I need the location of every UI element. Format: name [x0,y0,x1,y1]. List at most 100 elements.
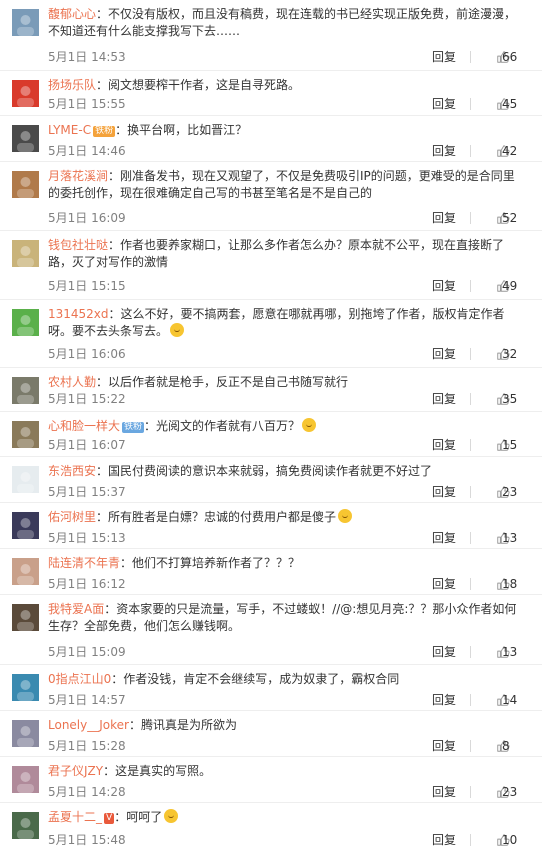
thumbs-up-icon [484,437,510,451]
comment-actions: 回复 45 [408,95,528,113]
reply-button[interactable]: 回复 [432,345,456,363]
comment-body: 馥郁心心：不仅没有版权，而且没有稿费，现在连载的书已经实现正版免费，前途漫漫，不… [48,6,524,40]
avatar[interactable] [12,674,39,701]
avatar[interactable] [12,766,39,793]
like-button[interactable]: 13 [472,643,528,661]
username-link[interactable]: 我特爱A面 [48,602,104,616]
reply-button[interactable]: 回复 [432,643,456,661]
like-button[interactable]: 15 [472,436,528,454]
username-link[interactable]: 君子仪JZY [48,764,103,778]
avatar[interactable] [12,171,39,198]
divider [470,740,471,752]
thumbs-up-icon [484,96,510,110]
username-link[interactable]: 心和脸一样大 [48,419,120,433]
reply-button[interactable]: 回复 [432,209,456,227]
avatar[interactable] [12,240,39,267]
like-button[interactable]: 49 [472,277,528,295]
reply-button[interactable]: 回复 [432,831,456,849]
comment-item: 陆连清不年青：他们不打算培养新作者了？？？ 5月1日 16:12 回复 18 [0,549,542,595]
like-count: 49 [502,279,518,293]
comment-body: LYME-C 铁粉 ：换平台啊，比如晋江？ [48,122,524,139]
comment-item: 农村人勤：以后作者就是枪手，反正不是自己书随写就行 5月1日 15:22 回复 … [0,368,542,412]
comment-body: Lonely__Joker：腾讯真是为所欲为 [48,717,524,734]
avatar[interactable] [12,377,39,404]
reply-button[interactable]: 回复 [432,436,456,454]
username-link[interactable]: Lonely__Joker [48,718,129,732]
comment-actions: 回复 15 [408,436,528,454]
username-link[interactable]: 馥郁心心 [48,7,96,21]
reply-button[interactable]: 回复 [432,483,456,501]
comment-body: 东浩西安：国民付费阅读的意识本来就弱，搞免费阅读作者就更不好过了 [48,463,524,480]
username-link[interactable]: 东浩西安 [48,464,96,478]
username-link[interactable]: 扬场乐队 [48,78,96,92]
emoji-icon [170,323,185,337]
reply-button[interactable]: 回复 [432,277,456,295]
username-link[interactable]: LYME-C [48,123,91,137]
reply-button[interactable]: 回复 [432,529,456,547]
like-button[interactable]: 8 [472,737,528,755]
like-count: 23 [502,785,518,799]
avatar[interactable] [12,9,39,36]
avatar[interactable] [12,80,39,107]
reply-button[interactable]: 回复 [432,737,456,755]
comment-actions: 回复 14 [408,691,528,709]
like-button[interactable]: 52 [472,209,528,227]
avatar[interactable] [12,604,39,631]
comment-meta: 5月1日 16:12 回复 18 [48,575,528,593]
avatar[interactable] [12,309,39,336]
username-link[interactable]: 农村人勤 [48,375,96,389]
like-button[interactable]: 14 [472,691,528,709]
reply-button[interactable]: 回复 [432,390,456,408]
like-button[interactable]: 13 [472,529,528,547]
username-link[interactable]: 孟夏十二_ [48,810,102,824]
like-button[interactable]: 42 [472,142,528,160]
comment-text: ：作者没钱，肯定不会继续写，成为奴隶了，霸权合同 [111,672,400,686]
comment-body: 扬场乐队：阅文想要榨干作者，这是自寻死路。 [48,77,524,94]
divider [470,145,471,157]
reply-button[interactable]: 回复 [432,95,456,113]
reply-button[interactable]: 回复 [432,142,456,160]
avatar[interactable] [12,812,39,839]
comment-text: ：呵呵了 [114,810,163,824]
thumbs-up-icon [484,832,510,846]
avatar[interactable] [12,125,39,152]
like-button[interactable]: 35 [472,390,528,408]
comment-time: 5月1日 16:07 [48,438,126,452]
divider [470,578,471,590]
emoji-icon [338,509,353,523]
reply-button[interactable]: 回复 [432,575,456,593]
reply-button[interactable]: 回复 [432,48,456,66]
comment-text: ：光阅文的作者就有八百万？ [144,419,301,433]
like-button[interactable]: 18 [472,575,528,593]
thumbs-up-icon [484,692,510,706]
reply-button[interactable]: 回复 [432,783,456,801]
like-button[interactable]: 32 [472,345,528,363]
avatar[interactable] [12,512,39,539]
comment-meta: 5月1日 14:53 回复 66 [48,48,528,66]
username-link[interactable]: 0指点江山0 [48,672,111,686]
comment-meta: 5月1日 15:15 回复 49 [48,277,528,295]
like-button[interactable]: 66 [472,48,528,66]
avatar[interactable] [12,558,39,585]
username-link[interactable]: 钱包社壮哒 [48,238,108,252]
like-button[interactable]: 45 [472,95,528,113]
avatar[interactable] [12,421,39,448]
username-link[interactable]: 131452xd [48,307,109,321]
like-button[interactable]: 23 [472,783,528,801]
username-link[interactable]: 佑河树里 [48,510,96,524]
comment-body: 农村人勤：以后作者就是枪手，反正不是自己书随写就行 [48,374,524,391]
divider [470,439,471,451]
comment-item: 君子仪JZY：这是真实的写照。 5月1日 14:28 回复 23 [0,757,542,803]
reply-button[interactable]: 回复 [432,691,456,709]
username-link[interactable]: 月落花溪涧 [48,169,108,183]
user-badge: 铁粉 [93,126,116,137]
like-button[interactable]: 23 [472,483,528,501]
comment-text: ：这么不好，要不搞两套，愿意在哪就再哪，别拖垮了作者，版权肯定作者呀。要不去头条… [48,307,505,338]
username-link[interactable]: 陆连清不年青 [48,556,120,570]
like-button[interactable]: 10 [472,831,528,849]
divider [470,532,471,544]
avatar[interactable] [12,466,39,493]
avatar[interactable] [12,720,39,747]
comment-actions: 回复 52 [408,209,528,227]
comment-text: ：阅文想要榨干作者，这是自寻死路。 [96,78,301,92]
